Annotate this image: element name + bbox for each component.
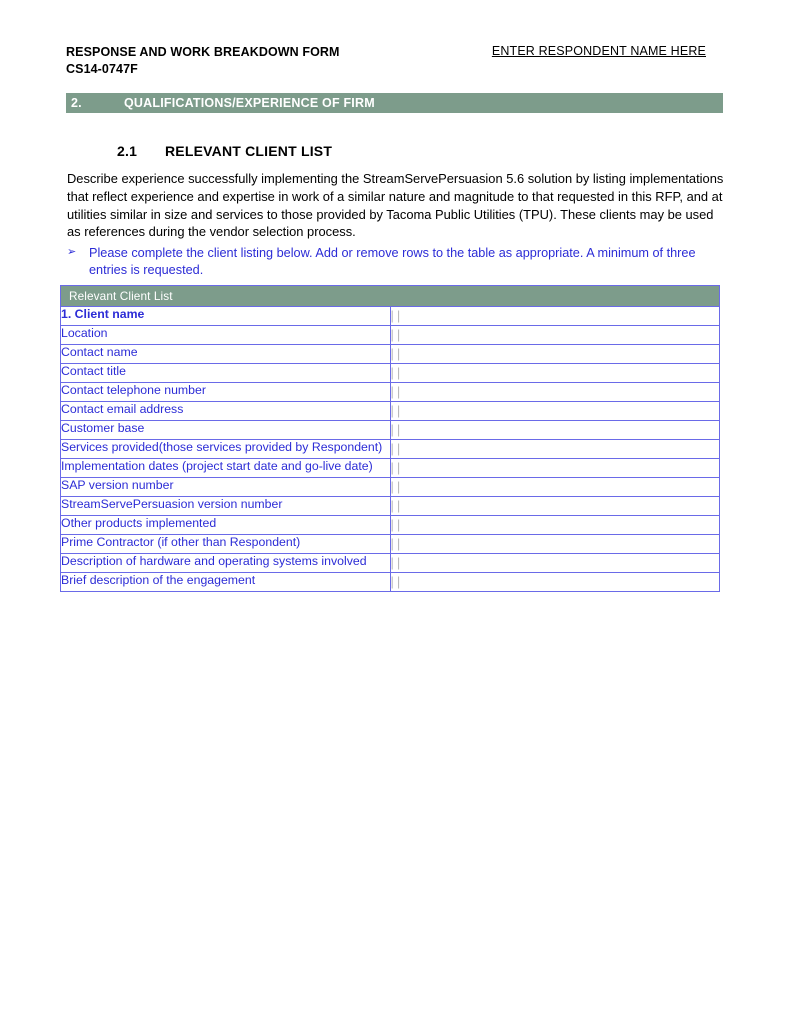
form-field-marker-icon: || bbox=[390, 441, 404, 456]
table-row: Implementation dates (project start date… bbox=[60, 458, 720, 478]
row-label: Brief description of the engagement bbox=[60, 572, 391, 592]
form-field-marker-icon: || bbox=[390, 346, 404, 361]
row-input-field[interactable]: || bbox=[389, 458, 720, 478]
form-field-marker-icon: || bbox=[390, 498, 404, 513]
table-row: Contact telephone number || bbox=[60, 382, 720, 402]
document-page: RESPONSE AND WORK BREAKDOWN FORM CS14-07… bbox=[0, 0, 791, 1024]
row-label: Description of hardware and operating sy… bbox=[60, 553, 391, 573]
document-title-block: RESPONSE AND WORK BREAKDOWN FORM CS14-07… bbox=[66, 44, 340, 77]
table-row: Prime Contractor (if other than Responde… bbox=[60, 534, 720, 554]
row-input-field[interactable]: || bbox=[389, 515, 720, 535]
arrow-bullet-icon: ➢ bbox=[67, 246, 77, 258]
subsection-heading: 2.1 RELEVANT CLIENT LIST bbox=[117, 143, 332, 159]
table-row: Contact name || bbox=[60, 344, 720, 364]
table-row: Description of hardware and operating sy… bbox=[60, 553, 720, 573]
row-input-field[interactable]: || bbox=[389, 534, 720, 554]
form-field-marker-icon: || bbox=[390, 536, 404, 551]
row-input-field[interactable]: || bbox=[389, 363, 720, 383]
form-field-marker-icon: || bbox=[390, 422, 404, 437]
table-row: SAP version number || bbox=[60, 477, 720, 497]
table-row: Contact email address || bbox=[60, 401, 720, 421]
row-input-field[interactable]: || bbox=[389, 477, 720, 497]
row-label: Contact title bbox=[60, 363, 391, 383]
table-body: Relevant Client List 1. Client name || Loc… bbox=[60, 285, 720, 592]
form-field-marker-icon: || bbox=[390, 555, 404, 570]
section-title: QUALIFICATIONS/EXPERIENCE OF FIRM bbox=[124, 96, 375, 110]
table-row: Services provided(those services provide… bbox=[60, 439, 720, 459]
row-label: StreamServePersuasion version number bbox=[60, 496, 391, 516]
table-row: Other products implemented || bbox=[60, 515, 720, 535]
table-row: Brief description of the engagement || bbox=[60, 572, 720, 592]
form-field-marker-icon: || bbox=[390, 308, 404, 323]
document-title: RESPONSE AND WORK BREAKDOWN FORM bbox=[66, 45, 340, 59]
row-input-field[interactable]: || bbox=[389, 553, 720, 573]
table-row: StreamServePersuasion version number || bbox=[60, 496, 720, 516]
row-label: Services provided(those services provide… bbox=[60, 439, 391, 459]
row-label: Contact email address bbox=[60, 401, 391, 421]
form-field-marker-icon: || bbox=[390, 517, 404, 532]
row-input-field[interactable]: || bbox=[389, 496, 720, 516]
section-header-bar: 2. QUALIFICATIONS/EXPERIENCE OF FIRM bbox=[66, 93, 723, 113]
form-field-marker-icon: || bbox=[390, 384, 404, 399]
subsection-title: RELEVANT CLIENT LIST bbox=[165, 143, 333, 159]
row-label: Customer base bbox=[60, 420, 391, 440]
table-row: 1. Client name || bbox=[60, 306, 720, 326]
document-header: RESPONSE AND WORK BREAKDOWN FORM CS14-07… bbox=[66, 44, 724, 77]
row-label: Contact telephone number bbox=[60, 382, 391, 402]
row-label: Implementation dates (project start date… bbox=[60, 458, 391, 478]
instruction-text: Please complete the client listing below… bbox=[89, 246, 696, 278]
row-input-field[interactable]: || bbox=[389, 325, 720, 345]
form-field-marker-icon: || bbox=[390, 365, 404, 380]
table-row: Contact title || bbox=[60, 363, 720, 383]
section-number: 2. bbox=[71, 96, 82, 110]
row-input-field[interactable]: || bbox=[389, 344, 720, 364]
row-input-field[interactable]: || bbox=[389, 382, 720, 402]
table-caption: Relevant Client List bbox=[60, 285, 720, 307]
form-field-marker-icon: || bbox=[390, 327, 404, 342]
row-input-field[interactable]: || bbox=[389, 439, 720, 459]
respondent-name-field[interactable]: ENTER RESPONDENT NAME HERE bbox=[492, 44, 724, 58]
subsection-number: 2.1 bbox=[117, 143, 138, 159]
table-row: Location || bbox=[60, 325, 720, 345]
form-field-marker-icon: || bbox=[390, 479, 404, 494]
row-input-field[interactable]: || bbox=[389, 420, 720, 440]
form-field-marker-icon: || bbox=[390, 403, 404, 418]
row-label: Prime Contractor (if other than Responde… bbox=[60, 534, 391, 554]
table-header-row: Relevant Client List bbox=[60, 285, 720, 307]
row-input-field[interactable]: || bbox=[389, 306, 720, 326]
form-field-marker-icon: || bbox=[390, 460, 404, 475]
form-field-marker-icon: || bbox=[390, 574, 404, 589]
table-row: Customer base || bbox=[60, 420, 720, 440]
row-label: 1. Client name bbox=[60, 306, 391, 326]
body-paragraph: Describe experience successfully impleme… bbox=[67, 171, 724, 240]
relevant-client-list-table: Relevant Client List 1. Client name || Loc… bbox=[60, 285, 720, 592]
row-input-field[interactable]: || bbox=[389, 572, 720, 592]
row-input-field[interactable]: || bbox=[389, 401, 720, 421]
row-label: Contact name bbox=[60, 344, 391, 364]
row-label: Location bbox=[60, 325, 391, 345]
row-label: SAP version number bbox=[60, 477, 391, 497]
document-number: CS14-0747F bbox=[66, 61, 138, 76]
row-label: Other products implemented bbox=[60, 515, 391, 535]
instruction-bullet: ➢ Please complete the client listing bel… bbox=[67, 245, 707, 279]
